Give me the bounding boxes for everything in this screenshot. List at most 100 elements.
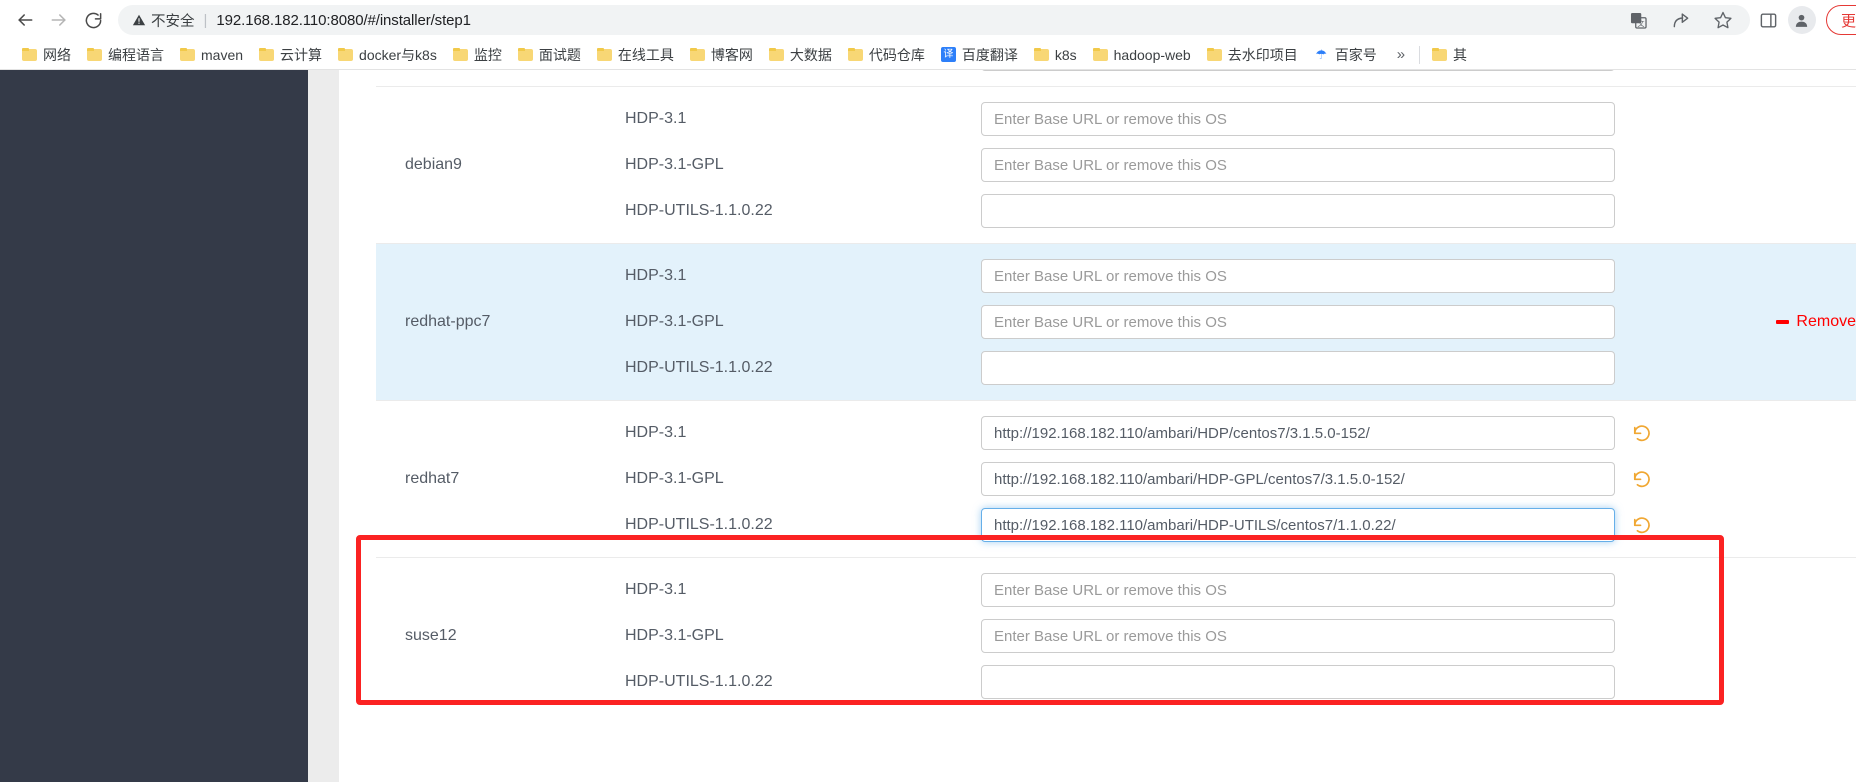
bookmark-item[interactable]: 面试题 bbox=[510, 43, 589, 67]
bookmark-item[interactable]: 代码仓库 bbox=[840, 43, 933, 67]
folder-icon bbox=[87, 48, 102, 61]
repo-base-url-input[interactable] bbox=[981, 416, 1615, 450]
folder-icon bbox=[1432, 48, 1448, 61]
omnibox-separator: | bbox=[203, 11, 208, 29]
side-panel-icon[interactable] bbox=[1756, 7, 1782, 33]
translate-icon[interactable]: G文 bbox=[1626, 7, 1652, 33]
repo-label: HDP-3.1-GPL bbox=[625, 627, 724, 644]
repo-base-url-input[interactable] bbox=[981, 259, 1615, 293]
bookmark-item[interactable]: 去水印项目 bbox=[1199, 43, 1306, 67]
undo-reset-icon[interactable] bbox=[1626, 464, 1656, 494]
repository-list: HDP-UTILS-1.1.0.22 debian9 HDP-3.1 bbox=[376, 70, 1856, 714]
bookmark-label: 云计算 bbox=[280, 46, 323, 63]
repo-label: HDP-3.1 bbox=[625, 581, 687, 598]
repo-base-url-input[interactable] bbox=[981, 102, 1615, 136]
os-name: suse12 bbox=[405, 627, 457, 644]
folder-icon bbox=[1206, 48, 1222, 61]
repo-label: HDP-3.1 bbox=[625, 110, 687, 127]
security-label: 不安全 bbox=[151, 13, 195, 30]
share-icon[interactable] bbox=[1668, 7, 1694, 33]
omnibox-actions: G文 bbox=[1614, 7, 1736, 33]
repo-row: HDP-UTILS-1.1.0.22 bbox=[621, 188, 1856, 234]
bookmark-label: 面试题 bbox=[538, 46, 581, 63]
page-viewport: HDP-UTILS-1.1.0.22 debian9 HDP-3.1 bbox=[0, 70, 1856, 782]
repo-list: HDP-3.1 HDP-3.1-GPL HDP-UTILS-1.1.0.22 bbox=[621, 558, 1856, 714]
bookmark-label: 在线工具 bbox=[617, 46, 674, 63]
os-group-redhat7: redhat7 HDP-3.1 HDP-3.1-GPL bbox=[376, 400, 1856, 557]
folder-icon bbox=[1033, 48, 1049, 61]
bookmark-star-icon[interactable] bbox=[1710, 7, 1736, 33]
folder-icon bbox=[338, 48, 354, 61]
folder-icon bbox=[847, 48, 863, 61]
back-arrow-icon[interactable] bbox=[8, 3, 42, 37]
bookmark-item[interactable]: 编程语言 bbox=[79, 43, 172, 67]
repo-label: HDP-UTILS-1.1.0.22 bbox=[625, 673, 773, 690]
bookmark-item[interactable]: 博客网 bbox=[682, 43, 761, 67]
repo-list: HDP-3.1 HDP-3.1-GPL HDP-UTILS-1.1.0.22 bbox=[621, 87, 1856, 243]
folder-icon bbox=[768, 48, 784, 61]
repo-base-url-input[interactable] bbox=[981, 619, 1615, 653]
bookmarks-overflow-button[interactable]: » bbox=[1385, 46, 1415, 63]
remove-os-button[interactable]: Remove bbox=[1776, 313, 1856, 331]
repo-base-url-input[interactable] bbox=[981, 305, 1615, 339]
bookmark-item[interactable]: 大数据 bbox=[761, 43, 840, 67]
undo-reset-icon[interactable] bbox=[1626, 418, 1656, 448]
repo-row: HDP-3.1 bbox=[621, 253, 1730, 299]
update-button[interactable]: 更新 bbox=[1825, 5, 1856, 35]
repo-list: HDP-3.1 HDP-3.1-GPL HDP- bbox=[621, 401, 1856, 557]
repo-label: HDP-3.1-GPL bbox=[625, 470, 724, 487]
os-name: redhat7 bbox=[405, 470, 460, 487]
repo-label: HDP-3.1 bbox=[625, 424, 687, 441]
repo-list: HDP-3.1 HDP-3.1-GPL HDP-UTILS-1.1.0.22 bbox=[621, 244, 1730, 400]
folder-icon bbox=[517, 48, 533, 61]
bookmark-item[interactable]: maven bbox=[172, 45, 251, 65]
repo-base-url-input-focused[interactable] bbox=[981, 508, 1615, 542]
repository-settings-content: HDP-UTILS-1.1.0.22 debian9 HDP-3.1 bbox=[339, 70, 1856, 782]
undo-reset-icon[interactable] bbox=[1626, 510, 1656, 540]
bookmark-item[interactable]: k8s bbox=[1026, 45, 1085, 65]
repo-base-url-input[interactable] bbox=[981, 665, 1615, 699]
bookmark-item[interactable]: 网络 bbox=[14, 43, 79, 67]
bookmark-item[interactable]: 在线工具 bbox=[589, 43, 682, 67]
translate-favicon: 译 bbox=[940, 47, 956, 62]
os-group-partial: HDP-UTILS-1.1.0.22 bbox=[376, 70, 1856, 86]
profile-avatar[interactable] bbox=[1787, 6, 1816, 34]
bookmark-label: 百度翻译 bbox=[961, 46, 1018, 63]
repo-row: HDP-UTILS-1.1.0.22 bbox=[621, 659, 1856, 705]
folder-icon bbox=[22, 48, 37, 61]
bookmark-item[interactable]: hadoop-web bbox=[1085, 45, 1199, 65]
folder-icon bbox=[180, 48, 195, 61]
repo-label: HDP-3.1-GPL bbox=[625, 156, 724, 173]
repo-base-url-input[interactable] bbox=[981, 573, 1615, 607]
repo-base-url-input[interactable] bbox=[981, 462, 1615, 496]
bookmark-label: 编程语言 bbox=[108, 46, 164, 63]
repo-row: HDP-UTILS-1.1.0.22 bbox=[621, 70, 1856, 77]
repo-base-url-input[interactable] bbox=[981, 70, 1615, 71]
bookmark-item[interactable]: 译百度翻译 bbox=[933, 43, 1026, 67]
url-text: 192.168.182.110:8080/#/installer/step1 bbox=[216, 11, 471, 29]
folder-icon bbox=[596, 48, 612, 61]
folder-icon bbox=[452, 48, 468, 61]
bookmark-label: docker与k8s bbox=[359, 46, 437, 63]
minus-icon bbox=[1776, 320, 1790, 324]
forward-arrow-icon[interactable] bbox=[42, 3, 76, 37]
reload-icon[interactable] bbox=[76, 3, 110, 37]
bookmark-item[interactable]: ☂ 百家号 bbox=[1306, 43, 1385, 67]
repo-row: HDP-3.1 bbox=[621, 567, 1856, 613]
repo-base-url-input[interactable] bbox=[981, 148, 1615, 182]
os-name: redhat-ppc7 bbox=[405, 313, 491, 330]
browser-toolbar: 不安全 | 192.168.182.110:8080/#/installer/s… bbox=[0, 0, 1856, 40]
os-name: debian9 bbox=[405, 156, 462, 173]
security-warning[interactable]: 不安全 bbox=[132, 10, 195, 31]
bookmark-item[interactable]: 监控 bbox=[445, 43, 510, 67]
repo-label: HDP-3.1-GPL bbox=[625, 313, 724, 330]
address-bar[interactable]: 不安全 | 192.168.182.110:8080/#/installer/s… bbox=[118, 5, 1750, 35]
repo-label: HDP-3.1 bbox=[625, 267, 687, 284]
bookmark-item-other[interactable]: 其 bbox=[1424, 43, 1475, 67]
bookmark-item[interactable]: docker与k8s bbox=[330, 43, 445, 67]
bookmark-item[interactable]: 云计算 bbox=[251, 43, 330, 67]
repo-row: HDP-UTILS-1.1.0.22 bbox=[621, 502, 1856, 548]
repo-base-url-input[interactable] bbox=[981, 194, 1615, 228]
sidebar-gutter bbox=[308, 70, 339, 782]
repo-base-url-input[interactable] bbox=[981, 351, 1615, 385]
